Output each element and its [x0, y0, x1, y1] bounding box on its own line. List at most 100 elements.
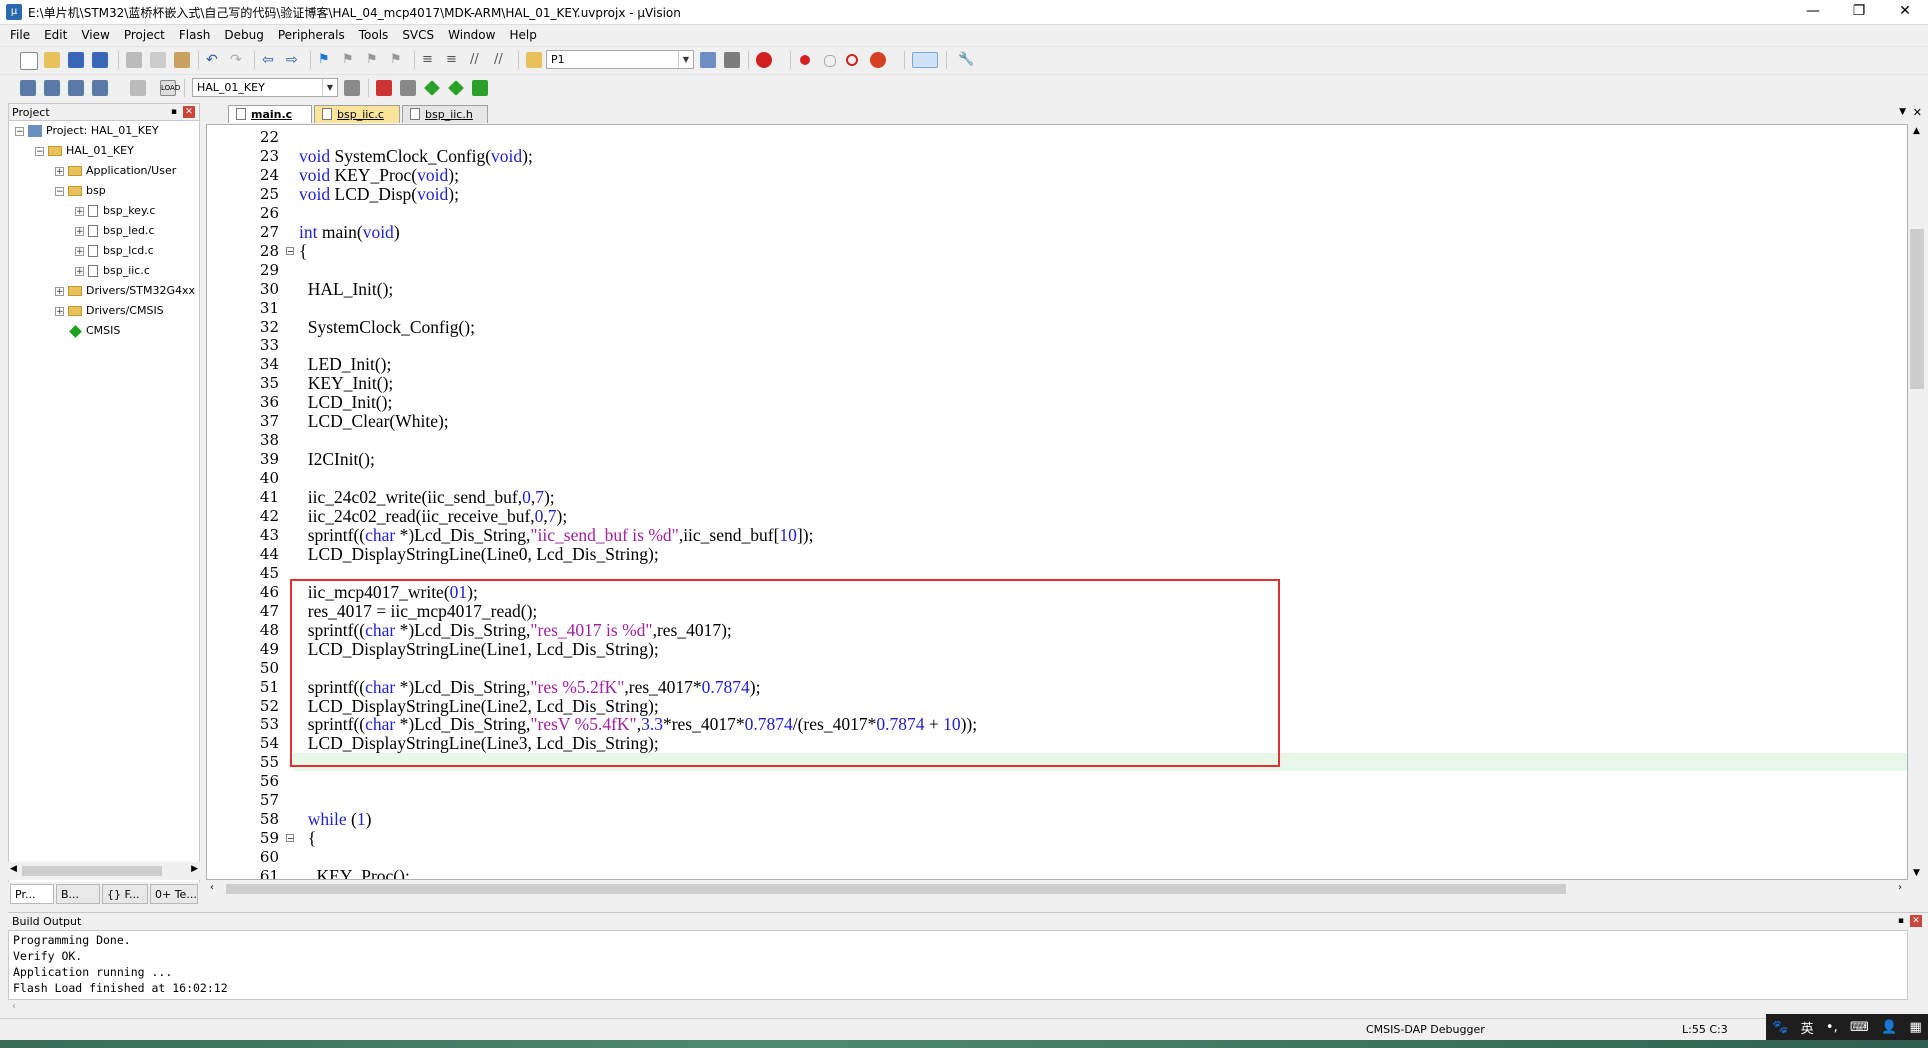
tab-bsp-iic-h[interactable]: bsp_iic.h — [402, 105, 488, 123]
code-line[interactable]: { — [299, 828, 316, 849]
code-line[interactable]: I2CInit(); — [299, 449, 375, 470]
incremental-find-icon[interactable] — [724, 52, 740, 68]
project-horizontal-scrollbar[interactable]: ◀ ▶ — [8, 862, 200, 880]
next-bookmark-icon[interactable]: ⚑ — [366, 52, 382, 68]
download-icon[interactable]: LOAD — [160, 80, 180, 96]
tree-item-bsp-key[interactable]: + bsp_key.c — [75, 202, 155, 220]
editor-horizontal-scrollbar[interactable]: ‹ › — [206, 880, 1928, 898]
code-line[interactable]: LED_Init(); — [299, 354, 392, 375]
code-line[interactable]: LCD_Init(); — [299, 392, 393, 413]
menu-window[interactable]: Window — [448, 28, 495, 42]
cut-icon[interactable] — [126, 52, 142, 68]
punctuation-icon[interactable]: •, — [1826, 1020, 1838, 1035]
scroll-right-icon[interactable]: › — [1898, 882, 1902, 893]
enable-breakpoint-icon[interactable] — [824, 55, 836, 67]
fold-toggle-icon[interactable]: − — [286, 246, 294, 255]
scroll-thumb[interactable] — [22, 866, 162, 876]
code-line[interactable]: KEY_Init(); — [299, 373, 394, 394]
stop-build-icon[interactable] — [130, 80, 146, 96]
close-button[interactable]: ✕ — [1882, 0, 1928, 24]
expand-icon[interactable]: + — [75, 266, 84, 276]
maximize-button[interactable]: ❐ — [1836, 0, 1882, 24]
menu-flash[interactable]: Flash — [179, 28, 210, 42]
ime-language[interactable]: 英 — [1801, 1018, 1814, 1037]
code-line[interactable]: iic_24c02_write(iic_send_buf,0,7); — [299, 487, 555, 508]
scroll-left-icon[interactable]: ◀ — [10, 864, 17, 874]
editor-vertical-scrollbar[interactable]: ▲ ▼ — [1908, 124, 1928, 880]
paste-icon[interactable] — [174, 52, 190, 68]
tree-item-drivers-stm32[interactable]: + Drivers/STM32G4xx — [55, 282, 195, 300]
code-line[interactable]: LCD_Clear(White); — [299, 411, 449, 432]
code-line[interactable]: void KEY_Proc(void); — [299, 165, 459, 186]
comment-icon[interactable]: // — [470, 52, 486, 68]
redo-icon[interactable]: ↷ — [230, 52, 246, 68]
expand-icon[interactable]: + — [75, 226, 84, 236]
new-file-icon[interactable] — [20, 52, 38, 70]
code-line[interactable]: KEY_Proc(); — [299, 866, 410, 879]
save-all-icon[interactable] — [92, 52, 108, 68]
tree-item-bsp[interactable]: − bsp — [55, 182, 106, 200]
scroll-down-icon[interactable]: ▼ — [1913, 868, 1920, 878]
window-layout-icon[interactable] — [912, 52, 938, 68]
open-file-icon[interactable] — [44, 52, 60, 68]
menu-project[interactable]: Project — [124, 28, 165, 42]
minimize-button[interactable]: — — [1790, 0, 1836, 24]
expand-icon[interactable]: + — [55, 286, 64, 296]
batch-build-icon[interactable] — [92, 80, 108, 96]
find-in-files-icon[interactable] — [526, 52, 542, 68]
find-combo[interactable]: P1 ▼ — [546, 50, 694, 69]
code-line[interactable]: void SystemClock_Config(void); — [299, 146, 533, 167]
pin-icon[interactable]: ▪ — [1898, 913, 1904, 930]
expand-icon[interactable]: + — [55, 306, 64, 316]
bookmark-icon[interactable]: ⚑ — [318, 52, 334, 68]
tab-bsp-iic-c[interactable]: bsp_iic.c — [314, 105, 400, 123]
tab-list-dropdown-icon[interactable]: ▼ — [1899, 107, 1906, 117]
code-line[interactable]: while (1) — [299, 809, 372, 830]
insert-breakpoint-icon[interactable] — [800, 55, 810, 65]
menu-file[interactable]: File — [10, 28, 30, 42]
unindent-icon[interactable]: ≡ — [446, 52, 462, 68]
clear-bookmarks-icon[interactable]: ⚑ — [390, 52, 406, 68]
find-icon[interactable] — [700, 52, 716, 68]
pin-icon[interactable]: ▪ — [171, 104, 177, 121]
tree-item-cmsis[interactable]: CMSIS — [69, 322, 120, 340]
expand-icon[interactable]: + — [75, 246, 84, 256]
target-options-icon[interactable] — [344, 80, 360, 96]
scroll-up-icon[interactable]: ▲ — [1913, 126, 1920, 136]
collapse-icon[interactable]: − — [15, 126, 24, 136]
fold-toggle-icon[interactable]: − — [286, 834, 294, 843]
collapse-icon[interactable]: − — [55, 186, 64, 196]
save-icon[interactable] — [68, 52, 84, 68]
file-extensions-icon[interactable] — [400, 80, 416, 96]
expand-icon[interactable]: + — [55, 166, 64, 176]
undo-icon[interactable]: ↶ — [206, 52, 222, 68]
tab-books[interactable]: B... — [56, 884, 100, 904]
indent-icon[interactable]: ≡ — [422, 52, 438, 68]
tab-templates[interactable]: 0+ Te... — [150, 884, 198, 904]
tree-item-bsp-lcd[interactable]: + bsp_lcd.c — [75, 242, 154, 260]
kill-breakpoints-icon[interactable] — [870, 52, 886, 68]
code-line[interactable]: { — [299, 241, 307, 262]
scroll-left-icon[interactable]: ‹ — [12, 1001, 16, 1012]
code-line[interactable]: LCD_DisplayStringLine(Line0, Lcd_Dis_Str… — [299, 544, 659, 565]
rebuild-icon[interactable] — [68, 80, 84, 96]
paw-icon[interactable]: 🐾 — [1772, 1020, 1788, 1035]
code-line[interactable]: HAL_Init(); — [299, 279, 394, 300]
tree-item-bsp-led[interactable]: + bsp_led.c — [75, 222, 155, 240]
scroll-right-icon[interactable]: ▶ — [191, 864, 198, 874]
close-editor-icon[interactable]: ✕ — [1913, 106, 1922, 119]
menu-tools[interactable]: Tools — [359, 28, 389, 42]
chevron-down-icon[interactable]: ▼ — [678, 51, 693, 68]
menu-svcs[interactable]: SVCS — [402, 28, 434, 42]
chevron-down-icon[interactable]: ▼ — [322, 79, 337, 96]
scroll-thumb[interactable] — [1910, 229, 1924, 389]
expand-icon[interactable]: + — [75, 206, 84, 216]
copy-icon[interactable] — [150, 52, 166, 68]
scroll-thumb[interactable] — [226, 884, 1566, 894]
tab-functions[interactable]: {} F... — [102, 884, 148, 904]
close-panel-button[interactable]: ✕ — [183, 106, 195, 118]
code-line[interactable]: void LCD_Disp(void); — [299, 184, 459, 205]
menu-debug[interactable]: Debug — [224, 28, 263, 42]
grid-icon[interactable]: ▦ — [1910, 1020, 1922, 1035]
code-line[interactable]: iic_24c02_read(iic_receive_buf,0,7); — [299, 506, 567, 527]
